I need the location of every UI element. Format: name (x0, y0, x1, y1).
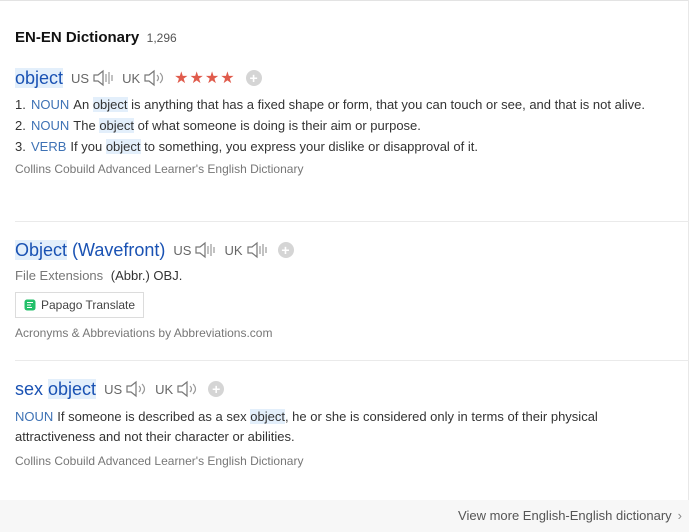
top-divider (0, 0, 689, 1)
file-extension-line: File Extensions (Abbr.) OBJ. (15, 268, 689, 283)
pronunciation-us: US (104, 380, 147, 398)
entry-object-wavefront: Object (Wavefront) US UK + File Extensio… (15, 238, 689, 340)
definition-item: 3. VERB If you object to something, you ex… (15, 139, 478, 154)
entry-divider (15, 360, 689, 361)
pronunciation-uk: UK (155, 380, 198, 398)
view-more-link[interactable]: View more English-English dictionary › (458, 508, 682, 523)
entry-divider (15, 221, 689, 222)
file-extension-label: File Extensions (15, 268, 104, 283)
chevron-right-icon: › (677, 508, 682, 523)
pronunciation-uk: UK (122, 69, 165, 87)
pronunciation-us: US (173, 241, 216, 259)
speaker-icon[interactable] (92, 69, 114, 87)
papago-icon (24, 299, 36, 311)
definition-item: 2. NOUN The object of what someone is doin… (15, 118, 421, 133)
entry-sex-object: sex object US UK + NOUN If someone is des… (15, 377, 689, 468)
source-credit: Collins Cobuild Advanced Learner's Engli… (15, 454, 304, 468)
speaker-icon[interactable] (176, 380, 198, 398)
source-credit: Collins Cobuild Advanced Learner's Engli… (15, 162, 304, 176)
add-icon[interactable]: + (277, 242, 294, 258)
add-icon[interactable]: + (245, 70, 262, 86)
rating-stars: ★★★★ (174, 70, 236, 87)
dictionary-header: EN-EN Dictionary 1,296 (15, 29, 177, 47)
definition-list: 1. NOUN An object is anything that has a f… (15, 94, 689, 157)
definition-item: 1. NOUN An object is anything that has a f… (15, 97, 645, 112)
dictionary-title: EN-EN Dictionary (15, 29, 140, 46)
speaker-icon[interactable] (143, 69, 165, 87)
headword-link[interactable]: object (15, 67, 64, 89)
papago-label: Papago Translate (41, 298, 136, 312)
speaker-icon[interactable] (194, 241, 216, 259)
headword-row: Object (Wavefront) US UK + (15, 238, 689, 262)
headword-row: sex object US UK + (15, 377, 689, 401)
result-count: 1,296 (146, 31, 177, 45)
file-extension-value: (Abbr.) OBJ. (110, 268, 183, 283)
headword-link[interactable]: sex object (15, 378, 97, 400)
speaker-icon[interactable] (125, 380, 147, 398)
papago-translate-button[interactable]: Papago Translate (15, 292, 145, 318)
entry-object: object US UK ★★★★ + 1. NOUN An object is a… (15, 66, 689, 176)
view-more-label: View more English-English dictionary (458, 508, 672, 523)
pronunciation-uk: UK (224, 241, 267, 259)
add-icon[interactable]: + (208, 381, 225, 397)
pronunciation-us: US (71, 69, 114, 87)
headword-row: object US UK ★★★★ + (15, 66, 689, 90)
headword-link[interactable]: Object (Wavefront) (15, 239, 165, 261)
source-credit: Acronyms & Abbreviations by Abbreviation… (15, 326, 273, 340)
definition-item: NOUN If someone is described as a sex obj… (15, 409, 598, 444)
speaker-icon[interactable] (246, 241, 268, 259)
